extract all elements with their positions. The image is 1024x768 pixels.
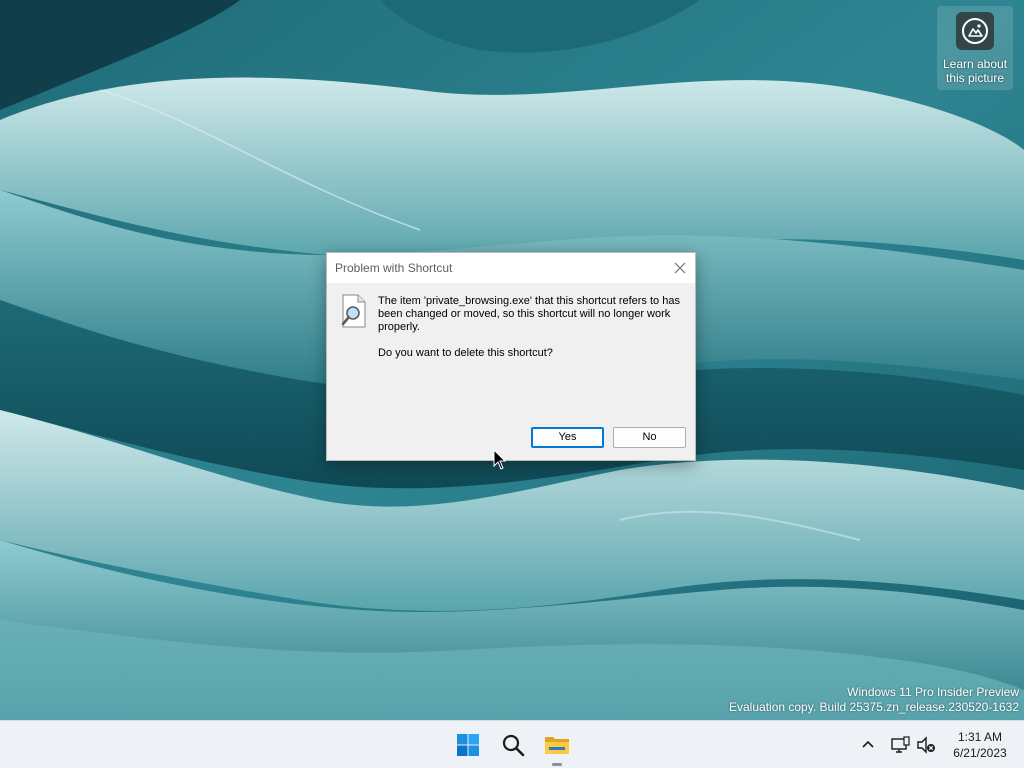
dialog-message: The item 'private_browsing.exe' that thi…: [378, 295, 680, 333]
learn-label-line2: this picture: [945, 71, 1005, 85]
running-indicator: [552, 763, 562, 766]
dialog-body: The item 'private_browsing.exe' that thi…: [327, 283, 695, 460]
watermark-line1: Windows 11 Pro Insider Preview: [847, 685, 1019, 699]
problem-with-shortcut-dialog: Problem with Shortcut The item 'private_…: [326, 252, 696, 461]
taskbar: 1:31 AM 6/21/2023: [0, 720, 1024, 768]
clock-time: 1:31 AM: [957, 730, 1003, 744]
mouse-pointer-icon: [493, 449, 507, 470]
folder-icon: [545, 737, 569, 754]
camera-circle-icon: [956, 12, 994, 50]
network-icon[interactable]: [889, 734, 911, 756]
desktop: Learn about this picture Windows 11 Pro …: [0, 0, 1024, 720]
dialog-question: Do you want to delete this shortcut?: [378, 347, 553, 359]
clock-date: 6/21/2023: [953, 746, 1007, 760]
close-icon[interactable]: [669, 257, 691, 279]
dialog-title: Problem with Shortcut: [335, 261, 453, 275]
no-button[interactable]: No: [613, 427, 686, 448]
watermark-line2: Evaluation copy. Build 25375.zn_release.…: [729, 700, 1019, 714]
system-clock[interactable]: 1:31 AM 6/21/2023: [944, 729, 1016, 761]
start-button[interactable]: [450, 727, 486, 763]
dialog-titlebar[interactable]: Problem with Shortcut: [327, 253, 695, 283]
learn-about-picture-widget[interactable]: Learn about this picture: [937, 6, 1013, 90]
file-explorer-button[interactable]: [539, 727, 575, 763]
windows-watermark: Windows 11 Pro Insider Preview Evaluatio…: [729, 685, 1019, 715]
search-button[interactable]: [495, 727, 531, 763]
learn-label-line1: Learn about: [942, 57, 1008, 71]
volume-muted-icon[interactable]: [915, 734, 937, 756]
search-icon: [502, 734, 525, 757]
windows-logo-icon: [457, 734, 479, 756]
chevron-up-icon[interactable]: [858, 735, 878, 755]
shortcut-search-icon: [341, 294, 366, 328]
yes-button[interactable]: Yes: [531, 427, 604, 448]
